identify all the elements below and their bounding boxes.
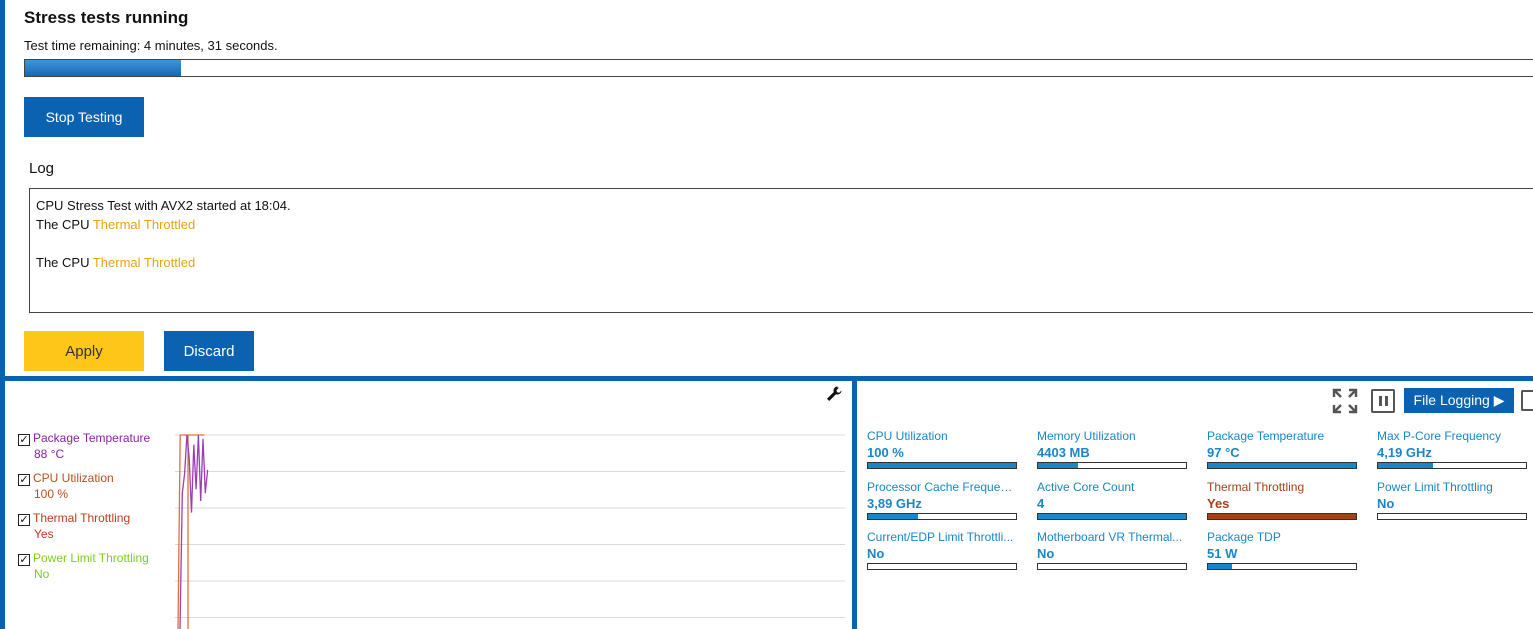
checkbox-icon[interactable]: ✓ [18,474,30,486]
metric-bar-fill [1378,463,1433,468]
metric-value: 51 W [1207,546,1238,561]
metric-bar-fill [1038,514,1186,519]
thermal-throttled-text: Thermal Throttled [92,217,196,232]
page-title: Stress tests running [24,8,189,27]
test-progress-bar [24,59,1533,77]
metric-value: Yes [1207,496,1230,511]
metric-bar-fill [1208,463,1356,468]
graph-panel: ✓ Package Temperature 88 °C ✓ CPU Utilizat… [5,381,852,629]
file-logging-button[interactable]: File Logging ▶ [1404,388,1514,413]
log-line: CPU Stress Test with AVX2 started at 18:… [36,198,291,213]
stop-testing-button[interactable]: Stop Testing [24,97,144,137]
legend-thermal-throttling[interactable]: ✓ Thermal Throttling Yes [18,510,130,542]
metric-value: 97 °C [1207,445,1240,460]
metrics-panel: File Logging ▶ CPU Utilization 100 % Memor… [857,381,1533,629]
metric-bar [1377,462,1527,469]
log-line: The CPU Thermal Throttled [36,217,196,232]
metric-label: CPU Utilization [867,429,948,443]
checkbox-icon[interactable]: ✓ [18,554,30,566]
metric-value: No [867,546,885,561]
series-line-package-temperature [179,434,209,629]
metric-tile: Processor Cache Frequency 3,89 GHz [867,480,1017,520]
wrench-icon[interactable] [825,385,843,403]
metric-bar [1207,462,1357,469]
metric-bar [1377,513,1527,520]
metric-value: 100 % [867,445,904,460]
metric-tile: Motherboard VR Thermal... No [1037,530,1187,570]
metric-label: Processor Cache Frequency [867,480,1017,494]
metric-label: Package TDP [1207,530,1281,544]
metric-bar [1037,563,1187,570]
metric-tile: Package TDP 51 W [1207,530,1357,570]
metric-bar [1037,513,1187,520]
window-icon[interactable] [1521,390,1533,411]
legend-package-temperature[interactable]: ✓ Package Temperature 88 °C [18,430,150,462]
metric-tile: Active Core Count 4 [1037,480,1187,520]
metric-label: Current/EDP Limit Throttli... [867,530,1014,544]
metric-tile: Max P-Core Frequency 4,19 GHz [1377,429,1527,469]
checkbox-icon[interactable]: ✓ [18,434,30,446]
metric-label: Memory Utilization [1037,429,1136,443]
metric-value: 4,19 GHz [1377,445,1432,460]
metric-bar [1037,462,1187,469]
metric-tile: CPU Utilization 100 % [867,429,1017,469]
metric-bar-fill [1208,564,1232,569]
metric-tile: Current/EDP Limit Throttli... No [867,530,1017,570]
log-textbox[interactable]: CPU Stress Test with AVX2 started at 18:… [29,188,1533,313]
metric-bar-fill [868,463,1016,468]
metric-tile: Memory Utilization 4403 MB [1037,429,1187,469]
metric-label: Thermal Throttling [1207,480,1305,494]
legend-power-limit-throttling[interactable]: ✓ Power Limit Throttling No [18,550,149,582]
metric-tile: Package Temperature 97 °C [1207,429,1357,469]
metric-value: No [1377,496,1395,511]
metric-label: Package Temperature [1207,429,1325,443]
metric-bar [1207,563,1357,570]
log-label: Log [29,160,55,177]
metric-bar-fill [1208,514,1356,519]
line-chart [175,434,845,629]
stress-test-window: Stress tests running Test time remaining… [0,0,1533,629]
metric-label: Motherboard VR Thermal... [1037,530,1183,544]
metric-tile: Power Limit Throttling No [1377,480,1527,520]
metric-value: 3,89 GHz [867,496,922,511]
apply-button[interactable]: Apply [24,331,144,371]
metric-tile: Thermal Throttling Yes [1207,480,1357,520]
pause-button[interactable] [1371,389,1395,413]
checkbox-icon[interactable]: ✓ [18,514,30,526]
metric-bar [1207,513,1357,520]
metric-bar [867,563,1017,570]
metric-bar-fill [868,514,919,519]
metric-value: 4 [1037,496,1045,511]
discard-button[interactable]: Discard [164,331,254,371]
metric-bar [867,513,1017,520]
time-remaining-text: Test time remaining: 4 minutes, 31 secon… [24,38,278,53]
legend-cpu-utilization[interactable]: ✓ CPU Utilization 100 % [18,470,114,502]
metric-value: No [1037,546,1055,561]
thermal-throttled-text: Thermal Throttled [92,255,196,270]
metric-value: 4403 MB [1037,445,1090,460]
log-line: The CPU Thermal Throttled [36,255,196,270]
metric-label: Power Limit Throttling [1377,480,1493,494]
metric-label: Active Core Count [1037,480,1135,494]
metric-bar [867,462,1017,469]
progress-fill [25,60,181,76]
metric-label: Max P-Core Frequency [1377,429,1502,443]
expand-icon[interactable] [1332,388,1358,414]
stress-test-panel: Stress tests running Test time remaining… [0,0,1533,376]
metric-bar-fill [1038,463,1078,468]
